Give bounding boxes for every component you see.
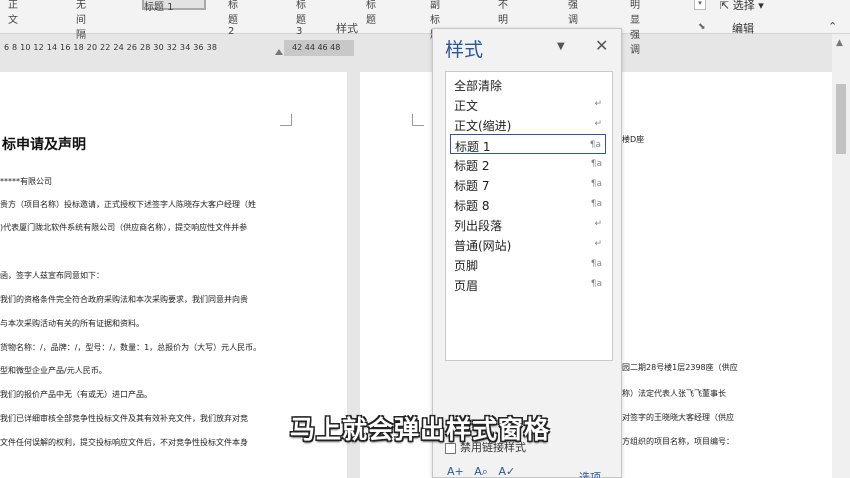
style-item[interactable]: 标题 7 ¶a <box>450 174 606 194</box>
style-list: 全部清除 正文 ↵ 正文(缩进) ↵ 标题 1 ¶a 标题 2 ¶a 标题 7 … <box>445 71 613 361</box>
style-item-label: 标题 7 <box>454 179 490 193</box>
horizontal-ruler[interactable]: 6 8 10 12 14 16 18 20 22 24 26 28 30 32 … <box>0 40 360 56</box>
document-heading: 标申请及声明 <box>2 137 86 153</box>
style-item-label: 标题 1 <box>455 140 491 154</box>
pane-options-chevron-icon[interactable]: ▼ <box>557 41 565 52</box>
linked-style-icon: ¶a <box>590 259 602 269</box>
select-button[interactable]: ⇱ 选择 ▾ <box>720 0 764 13</box>
style-item[interactable]: 页脚 ¶a <box>450 254 606 274</box>
doc-line: 我们已详细审核全部竞争性投标文件及其有效补充文件，我们放弃对竞 <box>0 414 248 423</box>
style-item-label: 页脚 <box>454 259 479 273</box>
linked-style-icon: ¶a <box>590 179 602 189</box>
doc-line: 园二期28号楼1层2398座（供应 <box>622 363 738 372</box>
style-item[interactable]: 标题 8 ¶a <box>450 194 606 214</box>
style-cell[interactable]: 强调 <box>568 0 578 26</box>
doc-line: 与本次采购活动有关的所有证据和资料。 <box>0 319 144 328</box>
options-link[interactable]: 选项... <box>579 469 612 478</box>
style-item[interactable]: 标题 2 ¶a <box>450 154 606 174</box>
style-cell[interactable]: 标题 2 <box>228 0 238 37</box>
style-cell-selected[interactable]: 标题 1 <box>142 0 206 13</box>
margin-corner <box>412 114 424 126</box>
paragraph-mark-icon: ↵ <box>594 219 602 229</box>
ribbon: 正文 无间隔 标题 1 标题 2 标题 3 标题 副标题 不明显强调 强调 明显… <box>0 0 850 71</box>
style-item-label: 普通(网站) <box>454 239 512 253</box>
style-cell[interactable]: 不明显强调 <box>498 0 508 71</box>
style-item-label: 正文(缩进) <box>454 119 512 133</box>
style-cell[interactable]: 标题 3 <box>296 0 306 37</box>
vertical-scrollbar[interactable]: ▲ <box>832 34 850 478</box>
doc-line: 楼D座 <box>622 135 645 144</box>
style-item-label: 标题 8 <box>454 199 490 213</box>
doc-line: 函，签字人兹宣布同意如下： <box>0 271 104 280</box>
doc-line: 对签字的王晓晓大客经理（供应 <box>622 413 734 422</box>
scroll-thumb[interactable] <box>836 84 846 154</box>
indent-marker-icon[interactable] <box>275 49 283 55</box>
select-label: 选择 <box>732 0 755 12</box>
doc-line: 我们的资格条件完全符合政府采购法和本次采购要求，我们同意并向贵 <box>0 295 248 304</box>
linked-style-icon: ¶a <box>589 140 601 150</box>
ruler-ticks: 6 8 10 12 14 16 18 20 22 24 26 28 30 32 … <box>4 43 218 52</box>
margin-corner <box>280 114 292 126</box>
styles-group-label: 样式 <box>336 22 358 35</box>
doc-line: 型和微型企业产品/元人民币。 <box>0 366 107 375</box>
collapse-ribbon-icon[interactable]: ⌃ <box>828 20 837 33</box>
paragraph-mark-icon: ↵ <box>594 99 602 109</box>
styles-pane-title: 样式 <box>445 39 484 61</box>
style-item-label: 正文 <box>454 99 479 113</box>
doc-line: 称）法定代表人张飞飞董事长 <box>622 389 726 398</box>
paragraph-mark-icon: ↵ <box>594 119 602 129</box>
style-cell[interactable]: 副标题 <box>430 0 440 41</box>
style-inspector-icon[interactable]: A⌕ <box>474 465 488 478</box>
style-item-selected[interactable]: 标题 1 ¶a <box>450 134 606 154</box>
gallery-more-button[interactable]: ▾ <box>694 0 706 10</box>
paragraph-mark-icon: ↵ <box>594 239 602 249</box>
doc-line: )代表厦门陇北软件系统有限公司（供应商名称），提交响应性文件并参 <box>0 223 248 232</box>
doc-line: 贵方（项目名称）投标邀请，正式授权下述签字人陈晓存大客户经理（姓 <box>0 200 256 209</box>
style-item-label: 标题 2 <box>454 159 490 173</box>
doc-line: 文件任何误解的权利，提交投标响应文件后，不对竞争性投标文件本身 <box>0 438 248 447</box>
style-cell[interactable]: 正文 <box>8 0 18 26</box>
style-item-label: 全部清除 <box>454 79 503 93</box>
style-item[interactable]: 页眉 ¶a <box>450 274 606 294</box>
scroll-up-icon[interactable]: ▲ <box>836 38 843 48</box>
linked-style-icon: ¶a <box>590 159 602 169</box>
style-item-label: 列出段落 <box>454 219 503 233</box>
doc-line: 我们的报价产品中无（有或无）进口产品。 <box>0 390 152 399</box>
style-item[interactable]: 列出段落 ↵ <box>450 214 606 234</box>
linked-style-icon: ¶a <box>590 279 602 289</box>
doc-line: 方组织的项目名称，项目编号： <box>622 437 734 446</box>
style-item-clear-all[interactable]: 全部清除 <box>450 74 606 94</box>
new-style-icon[interactable]: A+ <box>447 465 464 478</box>
doc-line: 货物名称：/，品牌：/，型号：/，数量：1，总报价为（大写）元人民币。 <box>0 343 262 352</box>
style-item-label: 页眉 <box>454 279 479 293</box>
editing-group-label: 编辑 <box>732 22 754 35</box>
style-item[interactable]: 正文 ↵ <box>450 94 606 114</box>
style-cell[interactable]: 无间隔 <box>76 0 86 41</box>
ruler-ticks-margin: 42 44 46 48 <box>292 43 341 52</box>
style-item[interactable]: 正文(缩进) ↵ <box>450 114 606 134</box>
style-cell[interactable]: 明显强调 <box>630 0 640 56</box>
doc-line: *****有限公司 <box>0 177 52 186</box>
style-cell[interactable]: 标题 <box>366 0 376 26</box>
cursor-icon: ⇱ <box>720 0 730 12</box>
style-item[interactable]: 普通(网站) ↵ <box>450 234 606 254</box>
pane-tool-buttons: A+ A⌕ A✓ <box>447 465 515 478</box>
video-caption: 马上就会弹出样式窗格 <box>290 415 551 444</box>
close-icon[interactable]: ✕ <box>595 36 608 55</box>
linked-style-icon: ¶a <box>590 199 602 209</box>
manage-styles-icon[interactable]: A✓ <box>498 465 515 478</box>
dialog-launcher-icon[interactable]: ⬊ <box>698 22 706 32</box>
